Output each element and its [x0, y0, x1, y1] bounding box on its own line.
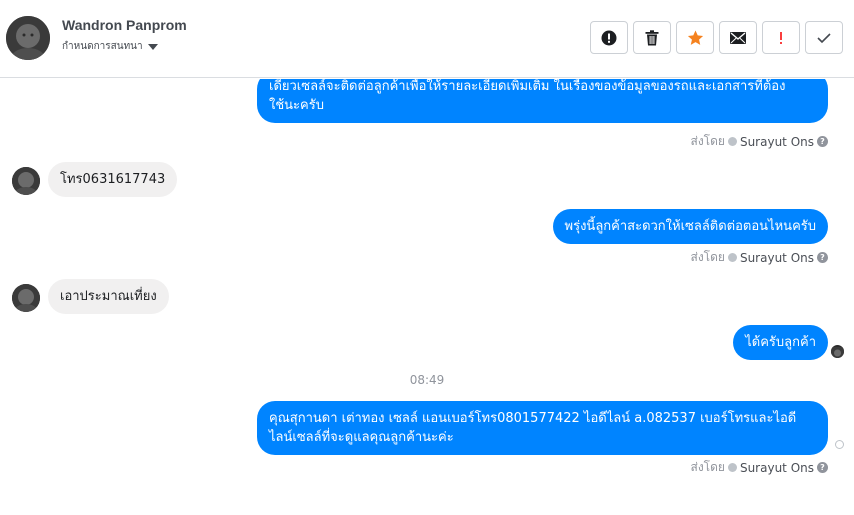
- avatar-photo: [6, 16, 50, 60]
- help-icon[interactable]: ?: [817, 252, 828, 263]
- message-text-line: ใช้นะครับ: [269, 98, 324, 113]
- mark-spam-button[interactable]: [590, 21, 628, 54]
- outgoing-message[interactable]: ได้ครับลูกค้า: [733, 325, 828, 360]
- star-icon: [687, 30, 703, 45]
- avatar-photo: [12, 284, 40, 312]
- mark-unread-button[interactable]: [719, 21, 757, 54]
- conversation-toolbar: [590, 21, 843, 54]
- agent-avatar-icon: [727, 137, 737, 146]
- trash-icon: [645, 29, 659, 45]
- sender-name[interactable]: Surayut Ons: [740, 251, 814, 265]
- avatar-photo: [12, 167, 40, 195]
- sent-by-label: ส่งโดย Surayut Ons ?: [690, 458, 828, 477]
- sent-by-text: ส่งโดย: [690, 460, 725, 474]
- sent-by-label: ส่งโดย Surayut Ons ?: [690, 248, 828, 267]
- conversation-settings-dropdown[interactable]: กำหนดการสนทนา: [62, 39, 158, 54]
- conversation-settings-label: กำหนดการสนทนา: [62, 41, 143, 52]
- sender-name[interactable]: Surayut Ons: [740, 461, 814, 475]
- outgoing-message[interactable]: คุณสุกานดา เต่าทอง เซลล์ แอนเบอร์โทร0801…: [257, 401, 828, 455]
- outgoing-message[interactable]: เดี๋ยวเซลล์จะติดต่อลูกค้าเพื่อให้รายละเอ…: [257, 79, 828, 123]
- message-thread[interactable]: เดี๋ยวเซลล์จะติดต่อลูกค้าเพื่อให้รายละเอ…: [0, 79, 854, 515]
- read-receipt-avatar: [831, 345, 844, 358]
- incoming-message[interactable]: เอาประมาณเที่ยง: [48, 279, 169, 314]
- contact-name[interactable]: Wandron Panprom: [62, 17, 187, 33]
- contact-avatar-small[interactable]: [12, 284, 40, 312]
- avatar-photo: [831, 347, 844, 358]
- agent-avatar-icon: [727, 463, 737, 472]
- contact-avatar-small[interactable]: [12, 167, 40, 195]
- agent-avatar-icon: [727, 253, 737, 262]
- message-text-line: ไลน์เซลล์ที่จะดูแลคุณลูกค้านะค่ะ: [269, 430, 454, 445]
- delete-button[interactable]: [633, 21, 671, 54]
- sender-name[interactable]: Surayut Ons: [740, 135, 814, 149]
- mark-done-button[interactable]: [805, 21, 843, 54]
- sent-by-text: ส่งโดย: [690, 250, 725, 264]
- caret-down-icon: [147, 43, 158, 50]
- sent-by-label: ส่งโดย Surayut Ons ?: [690, 132, 828, 151]
- envelope-icon: [730, 31, 746, 44]
- incoming-message[interactable]: โทร0631617743: [48, 162, 178, 197]
- alert-circle-icon: [601, 30, 617, 45]
- message-text-line: เดี๋ยวเซลล์จะติดต่อลูกค้าเพื่อให้รายละเอ…: [269, 79, 786, 94]
- contact-avatar[interactable]: [6, 16, 50, 60]
- sent-status-icon: [835, 440, 844, 449]
- outgoing-message[interactable]: พรุ่งนี้ลูกค้าสะดวกให้เซลล์ติดต่อตอนไหนค…: [552, 209, 828, 244]
- check-icon: [817, 32, 831, 43]
- help-icon[interactable]: ?: [817, 136, 828, 147]
- message-text-line: คุณสุกานดา เต่าทอง เซลล์ แอนเบอร์โทร0801…: [269, 411, 797, 426]
- sent-by-text: ส่งโดย: [690, 134, 725, 148]
- star-button[interactable]: [676, 21, 714, 54]
- help-icon[interactable]: ?: [817, 462, 828, 473]
- conversation-header: Wandron Panprom กำหนดการสนทนา: [0, 0, 854, 78]
- follow-up-button[interactable]: [762, 21, 800, 54]
- exclamation-icon: [780, 31, 782, 44]
- timestamp-divider: 08:49: [409, 373, 445, 387]
